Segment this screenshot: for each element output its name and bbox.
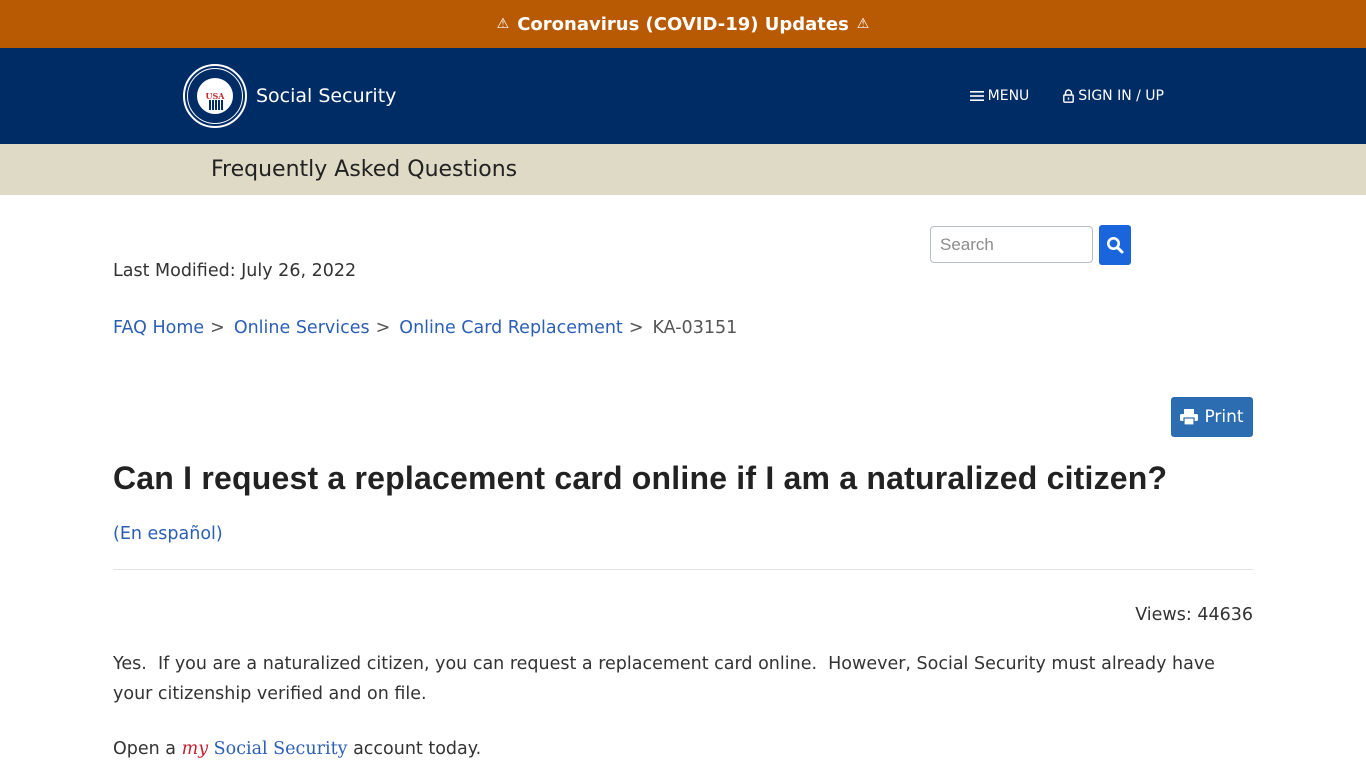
breadcrumb-online-services[interactable]: Online Services (234, 318, 370, 338)
printer-icon (1180, 409, 1199, 425)
sign-in-label: SIGN IN / UP (1078, 88, 1164, 104)
breadcrumb-current: KA-03151 (652, 318, 738, 338)
sign-in-button[interactable]: SIGN IN / UP (1063, 88, 1164, 104)
content-divider (113, 569, 1253, 570)
site-header: USA Social Security MENU SIGN IN / UP (0, 48, 1366, 144)
menu-label: MENU (987, 88, 1030, 104)
search-button[interactable] (1099, 225, 1131, 265)
print-button[interactable]: Print (1171, 397, 1253, 437)
faq-answer: Yes. If you are a naturalized citizen, y… (113, 654, 1221, 704)
ssa-seal-icon: USA (183, 64, 247, 128)
breadcrumb-separator: > (628, 318, 644, 338)
cta-prefix: Open a (113, 739, 177, 759)
faq-section-title[interactable]: Frequently Asked Questions (211, 157, 517, 182)
lock-icon (1063, 89, 1075, 103)
search-input[interactable] (930, 226, 1093, 263)
breadcrumb-separator: > (375, 318, 391, 338)
header-nav: MENU SIGN IN / UP (969, 88, 1164, 104)
covid-alert-banner[interactable]: ⚠ Coronavirus (COVID-19) Updates ⚠ (0, 0, 1366, 48)
warning-triangle-icon: ⚠ (496, 16, 510, 32)
my-ssa-cta: Open a my Social Security account today. (113, 739, 481, 759)
breadcrumb-online-card-replacement[interactable]: Online Card Replacement (399, 318, 623, 338)
view-count: Views: 44636 (1135, 605, 1253, 625)
faq-question-title: Can I request a replacement card online … (113, 460, 1168, 496)
last-modified: Last Modified: July 26, 2022 (113, 261, 357, 281)
print-label: Print (1204, 407, 1244, 427)
faq-subheader: Frequently Asked Questions (0, 144, 1366, 195)
menu-button[interactable]: MENU (969, 88, 1030, 104)
cta-my: my (181, 739, 209, 759)
search-icon (1107, 237, 1124, 254)
my-social-security-link[interactable]: my Social Security (182, 739, 348, 759)
cta-social-security: Social Security (213, 739, 348, 759)
site-name[interactable]: Social Security (256, 85, 396, 107)
breadcrumb-separator: > (210, 318, 225, 338)
ssa-logo-link[interactable]: USA Social Security (183, 64, 396, 128)
hamburger-icon (969, 91, 984, 101)
spanish-version-link[interactable]: (En español) (113, 524, 223, 544)
cta-suffix: account today. (353, 739, 482, 759)
warning-triangle-icon: ⚠ (856, 16, 870, 32)
breadcrumb-faq-home[interactable]: FAQ Home (113, 318, 204, 338)
breadcrumb: FAQ Home > Online Services > Online Card… (113, 318, 737, 338)
covid-alert-text[interactable]: Coronavirus (COVID-19) Updates (517, 14, 849, 35)
